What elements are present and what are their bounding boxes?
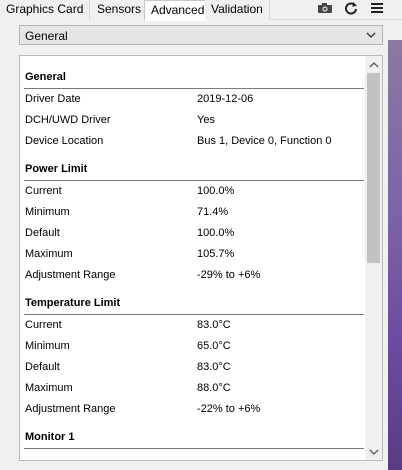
list-item: Default 100.0%	[24, 223, 364, 244]
category-dropdown[interactable]: General	[19, 25, 383, 45]
property-value: 105.7%	[197, 248, 235, 260]
property-value: Bus 1, Device 0, Function 0	[197, 135, 332, 147]
scroll-up-arrow-icon[interactable]	[365, 56, 382, 73]
property-value: 65.0°C	[197, 340, 231, 352]
property-key: Maximum	[25, 248, 73, 260]
property-value: 71.4%	[197, 206, 229, 218]
tab-validation[interactable]: Validation	[205, 0, 270, 20]
refresh-icon[interactable]	[342, 0, 360, 16]
property-key: Adjustment Range	[25, 403, 116, 415]
list-item: Minimum 71.4%	[24, 202, 364, 223]
list-item: Default 83.0°C	[24, 357, 364, 378]
tab-bar: Graphics Card Sensors Advanced Validatio…	[0, 0, 402, 21]
property-key: DCH/UWD Driver	[25, 114, 111, 126]
list-item: Adjustment Range -22% to +6%	[24, 399, 364, 420]
property-key: Minimum	[25, 206, 70, 218]
property-value: 100.0%	[197, 227, 235, 239]
camera-icon[interactable]	[316, 0, 334, 16]
list-item: Current 100.0%	[24, 181, 364, 202]
tab-advanced[interactable]: Advanced	[144, 0, 212, 21]
properties-list: General Driver Date 2019-12-06 DCH/UWD Dr…	[24, 68, 364, 449]
property-value: 2019-12-06	[197, 93, 254, 105]
scroll-down-arrow-icon[interactable]	[365, 443, 382, 460]
section-title-general: General	[24, 68, 364, 89]
scrollbar-thumb[interactable]	[367, 73, 380, 263]
vertical-scrollbar[interactable]	[365, 56, 382, 460]
chevron-down-icon	[364, 27, 378, 43]
list-item: Current 83.0°C	[24, 315, 364, 336]
property-key: Minimum	[25, 340, 70, 352]
property-value: -29% to +6%	[197, 269, 261, 281]
property-value: 100.0%	[197, 185, 235, 197]
property-value: 83.0°C	[197, 319, 231, 331]
list-item: Driver Date 2019-12-06	[24, 89, 364, 110]
section-title-power-limit: Power Limit	[24, 160, 364, 181]
property-key: Default	[25, 227, 60, 239]
tab-sensors[interactable]: Sensors	[91, 0, 149, 20]
list-item: Device Location Bus 1, Device 0, Function…	[24, 131, 364, 152]
property-key: Adjustment Range	[25, 269, 116, 281]
tab-graphics-card[interactable]: Graphics Card	[0, 0, 91, 20]
list-item: Adjustment Range -29% to +6%	[24, 265, 364, 286]
property-value: -22% to +6%	[197, 403, 261, 415]
property-value: 88.0°C	[197, 382, 231, 394]
list-item: Maximum 88.0°C	[24, 378, 364, 399]
property-key: Device Location	[25, 135, 104, 147]
dropdown-selected-value: General	[25, 29, 68, 43]
desktop-background-right	[388, 40, 402, 470]
properties-panel: General Driver Date 2019-12-06 DCH/UWD Dr…	[19, 55, 383, 461]
gpu-z-window: Graphics Card Sensors Advanced Validatio…	[0, 0, 402, 470]
property-key: Maximum	[25, 382, 73, 394]
property-key: Current	[25, 319, 62, 331]
property-key: Driver Date	[25, 93, 81, 105]
list-item: DCH/UWD Driver Yes	[24, 110, 364, 131]
list-item: Maximum 105.7%	[24, 244, 364, 265]
property-key: Current	[25, 185, 62, 197]
property-value: 83.0°C	[197, 361, 231, 373]
hamburger-menu-icon[interactable]	[368, 0, 386, 16]
property-key: Default	[25, 361, 60, 373]
section-title-temperature-limit: Temperature Limit	[24, 294, 364, 315]
section-title-monitor-1: Monitor 1	[24, 428, 364, 449]
property-value: Yes	[197, 114, 215, 126]
list-item: Minimum 65.0°C	[24, 336, 364, 357]
